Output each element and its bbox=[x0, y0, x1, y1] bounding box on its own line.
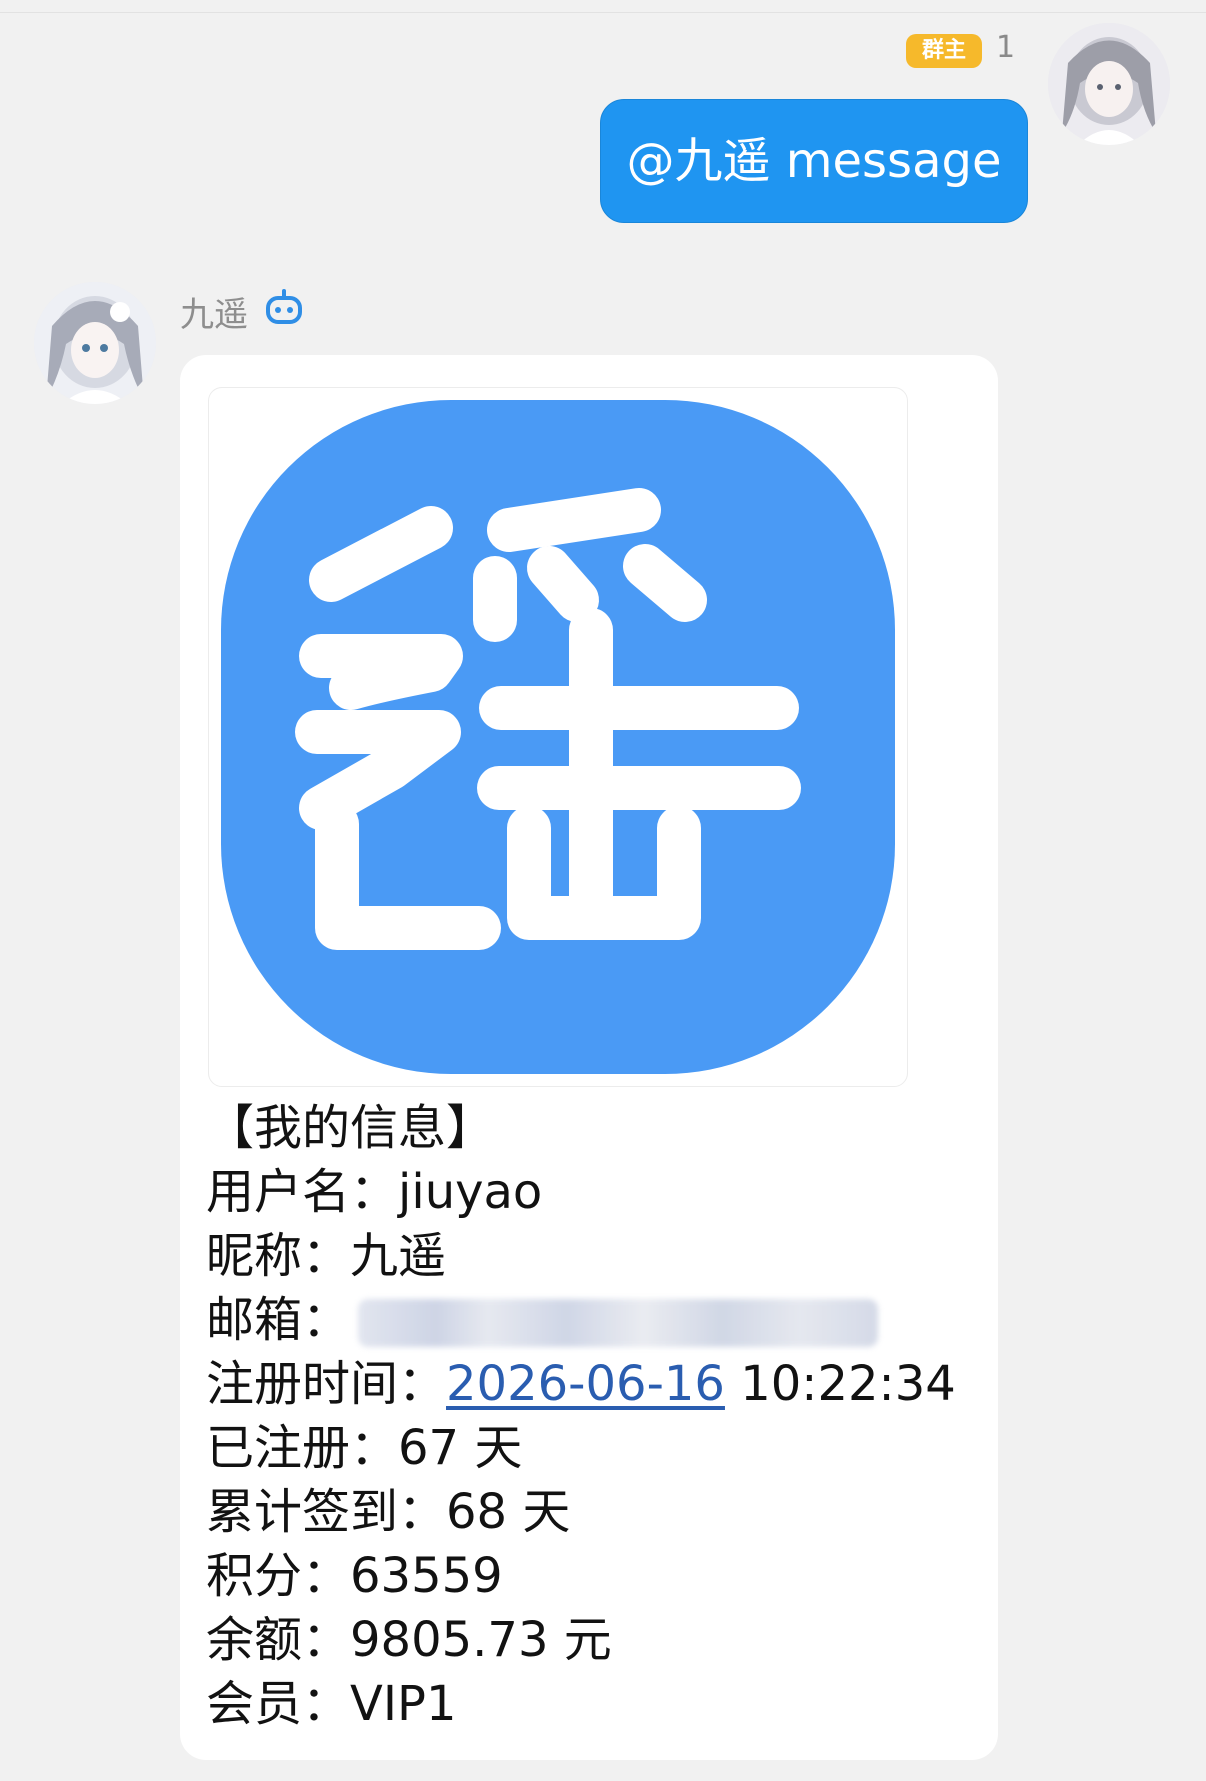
outgoing-message-bubble[interactable]: @九遥 message bbox=[600, 99, 1028, 223]
level-count: 1 bbox=[996, 30, 1016, 65]
info-heading: 【我的信息】 bbox=[206, 1100, 495, 1156]
info-row-balance: 余额：9805.73 元 bbox=[206, 1612, 612, 1668]
bot-message-card[interactable]: 【我的信息】 用户名：jiuyao 昵称：九遥 邮箱： 注册时间：2026-06… bbox=[180, 355, 998, 1760]
bot-avatar[interactable] bbox=[34, 282, 156, 404]
info-row-nickname: 昵称：九遥 bbox=[206, 1228, 447, 1284]
info-row-points: 积分：63559 bbox=[206, 1548, 503, 1604]
robot-icon bbox=[266, 289, 302, 324]
email-redacted bbox=[358, 1299, 879, 1347]
info-row-membership: 会员：VIP1 bbox=[206, 1676, 457, 1732]
sender-name: 九遥 bbox=[180, 295, 248, 335]
info-row-username: 用户名：jiuyao bbox=[206, 1164, 543, 1220]
yao-logo-image[interactable] bbox=[208, 387, 908, 1087]
info-row-register-time: 注册时间：2026-06-16 10:22:34 bbox=[206, 1356, 956, 1412]
register-date-link[interactable]: 2026-06-16 bbox=[446, 1356, 725, 1412]
info-row-email: 邮箱： bbox=[206, 1288, 986, 1352]
group-owner-badge: 群主 bbox=[906, 34, 982, 68]
info-row-checkin-days: 累计签到：68 天 bbox=[206, 1484, 571, 1540]
my-info-block: 【我的信息】 用户名：jiuyao 昵称：九遥 邮箱： 注册时间：2026-06… bbox=[206, 1096, 986, 1736]
info-row-days-registered: 已注册：67 天 bbox=[206, 1420, 523, 1476]
top-divider bbox=[0, 0, 1206, 13]
own-avatar[interactable] bbox=[1048, 23, 1170, 145]
